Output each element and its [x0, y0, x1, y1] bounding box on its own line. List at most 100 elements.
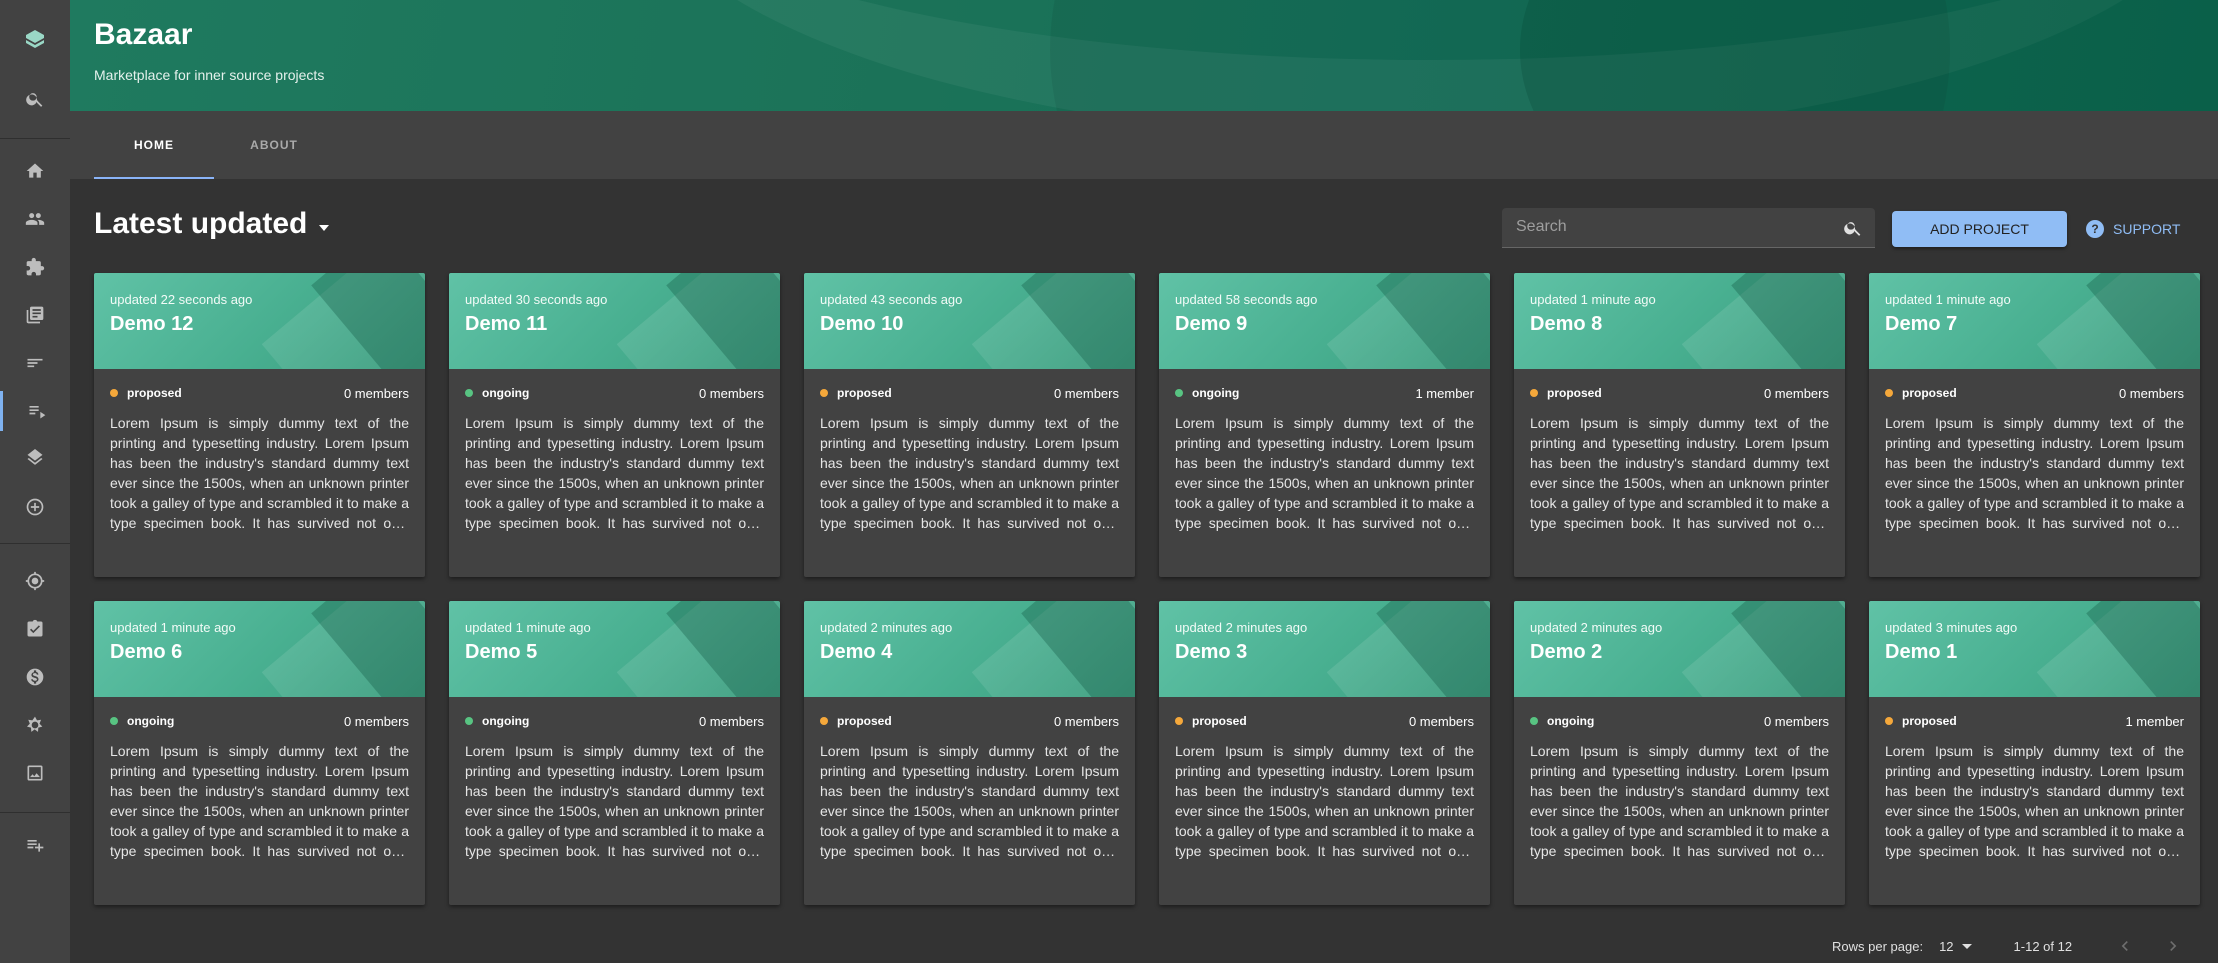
member-count: 0 members [343, 713, 409, 729]
tab-home[interactable]: HOME [94, 111, 214, 179]
assignment-icon[interactable] [0, 609, 70, 649]
status-label: proposed [1902, 386, 1957, 400]
project-card[interactable]: updated 58 seconds ago Demo 9 ongoing 1 mem… [1159, 273, 1490, 577]
arrow-drop-down-icon [1961, 943, 1972, 949]
project-card-header: updated 2 minutes ago Demo 2 [1514, 601, 1845, 697]
project-name: Demo 5 [465, 641, 538, 663]
next-page-button[interactable] [2161, 934, 2185, 958]
groups-icon[interactable] [0, 199, 70, 239]
project-card[interactable]: updated 43 seconds ago Demo 10 proposed 0 m… [804, 273, 1135, 577]
project-description: Lorem Ipsum is simply dummy text of the … [1885, 415, 2184, 531]
rows-per-page-select[interactable]: 12 [1939, 939, 1972, 954]
project-card-header: updated 1 minute ago Demo 6 [94, 601, 425, 697]
status-badge: ongoing [465, 386, 529, 400]
project-card-header: updated 2 minutes ago Demo 4 [804, 601, 1135, 697]
project-card-header: updated 1 minute ago Demo 7 [1869, 273, 2200, 369]
arrow-drop-down-icon [319, 225, 330, 231]
layers-icon[interactable] [0, 439, 70, 479]
project-card-header: updated 58 seconds ago Demo 9 [1159, 273, 1490, 369]
member-count: 0 members [1053, 385, 1119, 401]
project-name: Demo 1 [1885, 641, 1958, 663]
project-updated: updated 2 minutes ago [820, 620, 953, 635]
previous-page-button[interactable] [2113, 934, 2137, 958]
settings-star-icon[interactable] [0, 705, 70, 745]
project-card[interactable]: updated 1 minute ago Demo 7 proposed 0 memb… [1869, 273, 2200, 577]
project-description: Lorem Ipsum is simply dummy text of the … [1175, 415, 1474, 531]
add-project-button[interactable]: ADD PROJECT [1892, 211, 2067, 247]
chevron-left-icon [2121, 941, 2128, 951]
project-name: Demo 2 [1530, 641, 1603, 663]
project-card[interactable]: updated 2 minutes ago Demo 4 proposed 0 mem… [804, 601, 1135, 905]
playlist-icon[interactable] [0, 391, 70, 431]
section-title-dropdown[interactable]: Latest updated [94, 207, 330, 241]
status-label: ongoing [482, 386, 530, 400]
backstage-logo-icon[interactable] [0, 20, 70, 60]
project-card-header: updated 30 seconds ago Demo 11 [449, 273, 780, 369]
member-count: 0 members [1053, 713, 1119, 729]
member-count: 0 members [343, 385, 409, 401]
project-meta: proposed 0 members [1175, 713, 1474, 729]
project-updated: updated 1 minute ago [1885, 292, 2011, 307]
project-card[interactable]: updated 30 seconds ago Demo 11 ongoing 0 me… [449, 273, 780, 577]
member-count: 0 members [1408, 713, 1474, 729]
status-label: ongoing [1192, 386, 1240, 400]
project-meta: proposed 0 members [110, 385, 409, 401]
status-badge: ongoing [465, 714, 529, 728]
project-updated: updated 30 seconds ago [465, 292, 608, 307]
status-badge: proposed [820, 714, 892, 728]
status-badge: proposed [820, 386, 892, 400]
search-input[interactable] [1502, 208, 1832, 246]
project-name: Demo 6 [110, 641, 183, 663]
money-icon[interactable] [0, 657, 70, 697]
project-description: Lorem Ipsum is simply dummy text of the … [820, 743, 1119, 859]
radar-icon[interactable] [0, 561, 70, 601]
support-button[interactable]: ? SUPPORT [2086, 216, 2180, 242]
library-books-icon[interactable] [0, 295, 70, 335]
member-count: 1 member [1415, 385, 1474, 401]
project-card[interactable]: updated 2 minutes ago Demo 2 ongoing 0 memb… [1514, 601, 1845, 905]
member-count: 0 members [698, 385, 764, 401]
project-card[interactable]: updated 2 minutes ago Demo 3 proposed 0 mem… [1159, 601, 1490, 905]
status-badge: proposed [1885, 386, 1957, 400]
project-card-header: updated 1 minute ago Demo 5 [449, 601, 780, 697]
project-description: Lorem Ipsum is simply dummy text of the … [110, 415, 409, 531]
status-dot-icon [1885, 717, 1893, 725]
page-subtitle: Marketplace for inner source projects [94, 67, 325, 83]
project-card[interactable]: updated 1 minute ago Demo 5 ongoing 0 membe… [449, 601, 780, 905]
rows-per-page-label: Rows per page: [1832, 938, 1924, 954]
status-badge: ongoing [1530, 714, 1594, 728]
project-card[interactable]: updated 3 minutes ago Demo 1 proposed 1 mem… [1869, 601, 2200, 905]
project-card-header: updated 3 minutes ago Demo 1 [1869, 601, 2200, 697]
add-circle-icon[interactable] [0, 487, 70, 527]
extension-icon[interactable] [0, 247, 70, 287]
search-icon[interactable] [0, 79, 70, 119]
project-description: Lorem Ipsum is simply dummy text of the … [465, 415, 764, 531]
member-count: 1 member [2125, 713, 2184, 729]
project-meta: ongoing 1 member [1175, 385, 1474, 401]
playlist-add-icon[interactable] [0, 825, 70, 865]
tab-about[interactable]: ABOUT [214, 111, 334, 179]
status-badge: ongoing [110, 714, 174, 728]
status-label: proposed [837, 714, 892, 728]
project-card[interactable]: updated 1 minute ago Demo 6 ongoing 0 membe… [94, 601, 425, 905]
project-card-header: updated 22 seconds ago Demo 12 [94, 273, 425, 369]
status-badge: proposed [1175, 714, 1247, 728]
list-icon[interactable] [0, 343, 70, 383]
sidebar [0, 0, 70, 963]
project-card[interactable]: updated 22 seconds ago Demo 12 proposed 0 m… [94, 273, 425, 577]
search-icon[interactable] [1843, 218, 1863, 238]
status-badge: ongoing [1175, 386, 1239, 400]
project-card[interactable]: updated 1 minute ago Demo 8 proposed 0 memb… [1514, 273, 1845, 577]
header-decoration [1520, 0, 2218, 111]
project-updated: updated 2 minutes ago [1530, 620, 1663, 635]
status-dot-icon [1175, 717, 1183, 725]
project-meta: ongoing 0 members [110, 713, 409, 729]
project-card-header: updated 1 minute ago Demo 8 [1514, 273, 1845, 369]
project-updated: updated 2 minutes ago [1175, 620, 1308, 635]
image-icon[interactable] [0, 753, 70, 793]
project-updated: updated 1 minute ago [110, 620, 236, 635]
project-meta: proposed 1 member [1885, 713, 2184, 729]
home-icon[interactable] [0, 151, 70, 191]
project-name: Demo 12 [110, 313, 194, 335]
project-description: Lorem Ipsum is simply dummy text of the … [465, 743, 764, 859]
